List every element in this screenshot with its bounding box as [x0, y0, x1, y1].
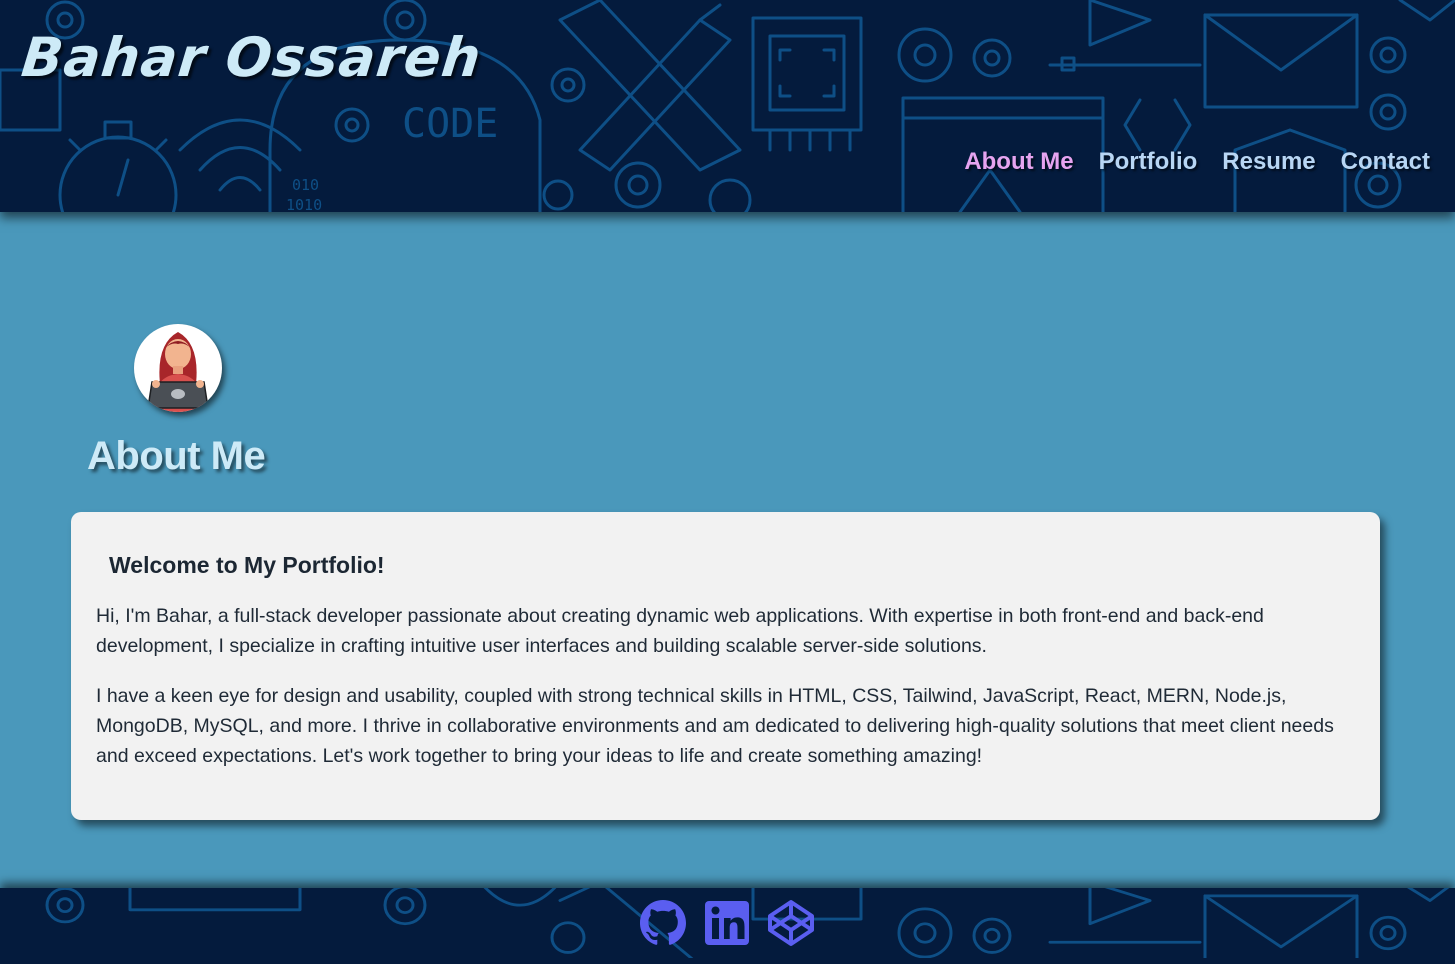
about-card: Welcome to My Portfolio! Hi, I'm Bahar, … [71, 512, 1380, 820]
card-paragraph-intro: Hi, I'm Bahar, a full-stack developer pa… [96, 605, 1264, 657]
nav-link-resume[interactable]: Resume [1222, 148, 1315, 176]
main-nav: About Me Portfolio Resume Contact [964, 148, 1430, 176]
svg-text:010: 010 [292, 176, 319, 194]
svg-text:1010: 1010 [286, 196, 322, 212]
site-header: CODE 010 1010 Bahar Ossareh About Me Por… [0, 0, 1455, 212]
linkedin-link[interactable] [702, 898, 752, 948]
github-icon [640, 900, 686, 945]
svg-text:CODE: CODE [402, 101, 498, 147]
nav-link-contact[interactable]: Contact [1341, 148, 1430, 176]
nav-link-portfolio[interactable]: Portfolio [1099, 148, 1198, 176]
github-link[interactable] [638, 898, 688, 948]
section-title: About Me [87, 434, 266, 478]
card-heading: Welcome to My Portfolio! [109, 552, 385, 578]
site-footer [0, 888, 1455, 964]
linkedin-icon [705, 901, 749, 945]
codepen-icon [768, 900, 814, 946]
nav-link-about-me[interactable]: About Me [964, 148, 1073, 176]
site-title: Bahar Ossareh [18, 26, 485, 89]
card-paragraph-skills: I have a keen eye for design and usabili… [96, 685, 1334, 767]
developer-avatar-icon [134, 324, 222, 412]
codepen-link[interactable] [766, 898, 816, 948]
social-links [638, 898, 816, 948]
